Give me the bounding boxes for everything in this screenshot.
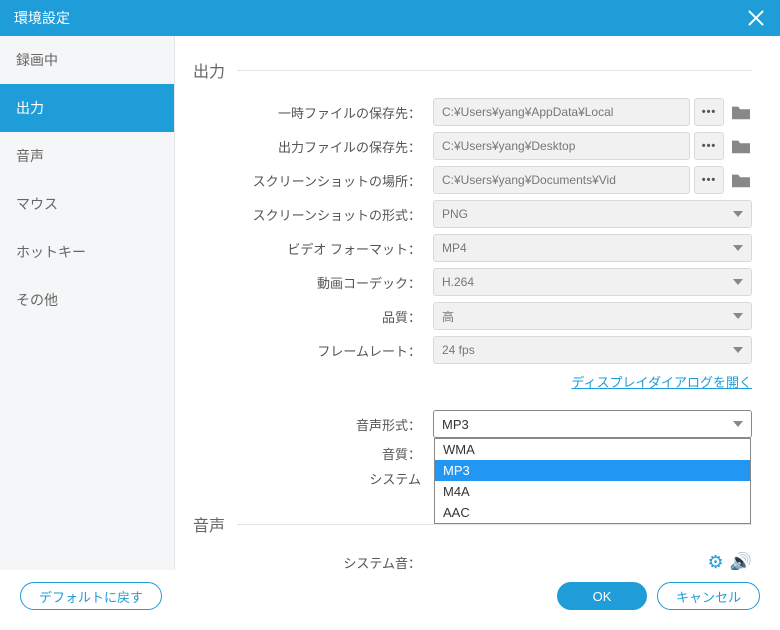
browse-button[interactable]: ••• [694,132,724,160]
select-value: H.264 [442,275,474,289]
speaker-icons[interactable]: ⚙ 🔊 [707,552,752,570]
dropdown-item-wma[interactable]: WMA [435,439,750,460]
display-dialog-link[interactable]: ディスプレイダイアログを開く [571,375,752,390]
gear-icon[interactable]: ⚙ [707,552,723,570]
sidebar-item-hotkey[interactable]: ホットキー [0,228,174,276]
sidebar-item-recording[interactable]: 録画中 [0,36,174,84]
label-audio-quality: 音質： [193,444,433,463]
dropdown-item-m4a[interactable]: M4A [435,481,750,502]
section-title-label: 出力 [193,58,225,82]
output-path-field[interactable]: C:¥Users¥yang¥Desktop [433,132,690,160]
audio-format-select[interactable]: MP3 WMA MP3 M4A AAC [433,410,752,438]
chevron-down-icon [733,279,743,285]
reset-default-button[interactable]: デフォルトに戻す [20,582,162,610]
close-icon[interactable] [746,8,766,28]
label-system-sound: システム音： [193,553,433,570]
select-value: MP4 [442,241,467,255]
row-output-path: 出力ファイルの保存先： C:¥Users¥yang¥Desktop ••• [193,132,752,160]
video-codec-select[interactable]: H.264 [433,268,752,296]
row-framerate: フレームレート： 24 fps [193,336,752,364]
row-screenshot-path: スクリーンショットの場所： C:¥Users¥yang¥Documents¥Vi… [193,166,752,194]
sidebar-item-output[interactable]: 出力 [0,84,174,132]
label-quality: 品質： [193,307,433,326]
framerate-select[interactable]: 24 fps [433,336,752,364]
video-format-select[interactable]: MP4 [433,234,752,262]
chevron-down-icon [733,313,743,319]
row-video-format: ビデオ フォーマット： MP4 [193,234,752,262]
chevron-down-icon [733,347,743,353]
link-row: ディスプレイダイアログを開く [193,372,752,392]
dropdown-item-aac[interactable]: AAC [435,502,750,523]
row-video-codec: 動画コーデック： H.264 [193,268,752,296]
dropdown-item-mp3[interactable]: MP3 [435,460,750,481]
label-framerate: フレームレート： [193,341,433,360]
titlebar: 環境設定 [0,0,780,36]
sidebar: 録画中 出力 音声 マウス ホットキー その他 [0,36,175,570]
folder-icon[interactable] [730,171,752,189]
label-video-codec: 動画コーデック： [193,273,433,292]
row-audio-format: 音声形式： MP3 WMA MP3 M4A AAC [193,410,752,438]
screenshot-format-select[interactable]: PNG [433,200,752,228]
window-title: 環境設定 [14,8,70,28]
sidebar-item-mouse[interactable]: マウス [0,180,174,228]
label-screenshot-format: スクリーンショットの形式： [193,205,433,224]
speaker-icon[interactable]: 🔊 [730,552,752,570]
folder-icon[interactable] [730,103,752,121]
sidebar-item-audio[interactable]: 音声 [0,132,174,180]
row-system-sound: システム音： ⚙ 🔊 [193,552,752,570]
label-output-path: 出力ファイルの保存先： [193,137,433,156]
quality-select[interactable]: 高 [433,302,752,330]
label-audio-format: 音声形式： [193,415,433,434]
label-system: システム [193,469,433,488]
select-value: 24 fps [442,343,475,357]
label-video-format: ビデオ フォーマット： [193,239,433,258]
content-panel: 出力 一時ファイルの保存先： C:¥Users¥yang¥AppData¥Loc… [175,36,780,570]
footer: デフォルトに戻す OK キャンセル [0,570,780,622]
audio-format-dropdown: WMA MP3 M4A AAC [434,438,751,524]
folder-icon[interactable] [730,137,752,155]
screenshot-path-field[interactable]: C:¥Users¥yang¥Documents¥Vid [433,166,690,194]
dialog-body: 録画中 出力 音声 マウス ホットキー その他 出力 一時ファイルの保存先： C… [0,36,780,570]
section-title-output: 出力 [193,58,752,82]
section-title-label: 音声 [193,512,225,536]
row-screenshot-format: スクリーンショットの形式： PNG [193,200,752,228]
temp-path-field[interactable]: C:¥Users¥yang¥AppData¥Local [433,98,690,126]
label-temp-path: 一時ファイルの保存先： [193,103,433,122]
sidebar-item-other[interactable]: その他 [0,276,174,324]
select-value: PNG [442,207,468,221]
cancel-button[interactable]: キャンセル [657,582,760,610]
ok-button[interactable]: OK [557,582,647,610]
chevron-down-icon [733,211,743,217]
chevron-down-icon [733,245,743,251]
divider [237,70,752,71]
select-value: MP3 [442,417,469,432]
label-screenshot-path: スクリーンショットの場所： [193,171,433,190]
select-value: 高 [442,308,454,325]
browse-button[interactable]: ••• [694,98,724,126]
row-quality: 品質： 高 [193,302,752,330]
browse-button[interactable]: ••• [694,166,724,194]
row-temp-path: 一時ファイルの保存先： C:¥Users¥yang¥AppData¥Local … [193,98,752,126]
chevron-down-icon [733,421,743,427]
